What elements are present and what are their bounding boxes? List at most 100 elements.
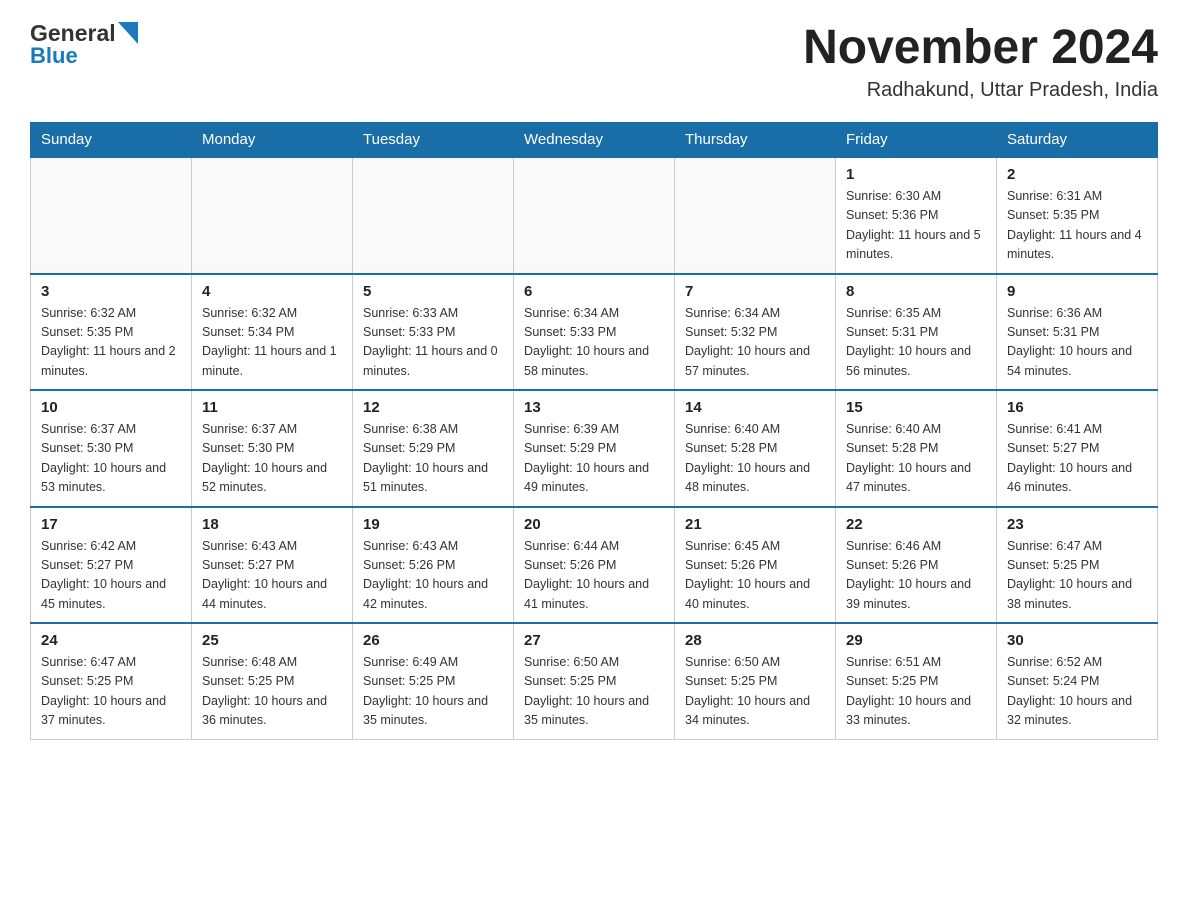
day-number: 11 bbox=[202, 399, 342, 416]
sun-info: Sunrise: 6:41 AM Sunset: 5:27 PM Dayligh… bbox=[1007, 420, 1147, 498]
sun-info: Sunrise: 6:51 AM Sunset: 5:25 PM Dayligh… bbox=[846, 653, 986, 731]
sun-info: Sunrise: 6:47 AM Sunset: 5:25 PM Dayligh… bbox=[41, 653, 181, 731]
weekday-header-friday: Friday bbox=[836, 123, 997, 158]
day-number: 7 bbox=[685, 283, 825, 300]
day-number: 6 bbox=[524, 283, 664, 300]
sun-info: Sunrise: 6:34 AM Sunset: 5:33 PM Dayligh… bbox=[524, 304, 664, 382]
month-title: November 2024 bbox=[803, 20, 1158, 75]
day-number: 26 bbox=[363, 632, 503, 649]
calendar-week-3: 10 Sunrise: 6:37 AM Sunset: 5:30 PM Dayli… bbox=[31, 390, 1158, 507]
day-number: 28 bbox=[685, 632, 825, 649]
calendar-cell: 1 Sunrise: 6:30 AM Sunset: 5:36 PM Daylig… bbox=[836, 157, 997, 274]
calendar-cell: 2 Sunrise: 6:31 AM Sunset: 5:35 PM Daylig… bbox=[997, 157, 1158, 274]
location-text: Radhakund, Uttar Pradesh, India bbox=[803, 79, 1158, 102]
day-number: 10 bbox=[41, 399, 181, 416]
day-number: 30 bbox=[1007, 632, 1147, 649]
day-number: 24 bbox=[41, 632, 181, 649]
sun-info: Sunrise: 6:46 AM Sunset: 5:26 PM Dayligh… bbox=[846, 537, 986, 615]
calendar-cell: 15Sunrise: 6:40 AM Sunset: 5:28 PM Dayli… bbox=[836, 390, 997, 507]
sun-info: Sunrise: 6:42 AM Sunset: 5:27 PM Dayligh… bbox=[41, 537, 181, 615]
sun-info: Sunrise: 6:31 AM Sunset: 5:35 PM Dayligh… bbox=[1007, 187, 1147, 265]
day-number: 21 bbox=[685, 516, 825, 533]
calendar-cell: 5 Sunrise: 6:33 AM Sunset: 5:33 PM Daylig… bbox=[353, 274, 514, 391]
calendar-cell: 9 Sunrise: 6:36 AM Sunset: 5:31 PM Daylig… bbox=[997, 274, 1158, 391]
calendar-cell: 26 Sunrise: 6:49 AM Sunset: 5:25 PM Dayli… bbox=[353, 623, 514, 739]
calendar-week-2: 3Sunrise: 6:32 AM Sunset: 5:35 PM Daylig… bbox=[31, 274, 1158, 391]
sun-info: Sunrise: 6:50 AM Sunset: 5:25 PM Dayligh… bbox=[685, 653, 825, 731]
calendar-cell: 19 Sunrise: 6:43 AM Sunset: 5:26 PM Dayli… bbox=[353, 507, 514, 624]
day-number: 4 bbox=[202, 283, 342, 300]
calendar-cell: 7 Sunrise: 6:34 AM Sunset: 5:32 PM Daylig… bbox=[675, 274, 836, 391]
day-number: 8 bbox=[846, 283, 986, 300]
day-number: 14 bbox=[685, 399, 825, 416]
day-number: 23 bbox=[1007, 516, 1147, 533]
day-number: 9 bbox=[1007, 283, 1147, 300]
calendar-cell bbox=[31, 157, 192, 274]
day-number: 3 bbox=[41, 283, 181, 300]
day-number: 17 bbox=[41, 516, 181, 533]
sun-info: Sunrise: 6:36 AM Sunset: 5:31 PM Dayligh… bbox=[1007, 304, 1147, 382]
sun-info: Sunrise: 6:34 AM Sunset: 5:32 PM Dayligh… bbox=[685, 304, 825, 382]
day-number: 29 bbox=[846, 632, 986, 649]
calendar-cell: 23 Sunrise: 6:47 AM Sunset: 5:25 PM Dayli… bbox=[997, 507, 1158, 624]
weekday-header-wednesday: Wednesday bbox=[514, 123, 675, 158]
sun-info: Sunrise: 6:33 AM Sunset: 5:33 PM Dayligh… bbox=[363, 304, 503, 382]
calendar-cell: 20 Sunrise: 6:44 AM Sunset: 5:26 PM Dayli… bbox=[514, 507, 675, 624]
calendar-cell: 21 Sunrise: 6:45 AM Sunset: 5:26 PM Dayli… bbox=[675, 507, 836, 624]
day-number: 19 bbox=[363, 516, 503, 533]
sun-info: Sunrise: 6:47 AM Sunset: 5:25 PM Dayligh… bbox=[1007, 537, 1147, 615]
calendar-week-1: 1 Sunrise: 6:30 AM Sunset: 5:36 PM Daylig… bbox=[31, 157, 1158, 274]
day-number: 25 bbox=[202, 632, 342, 649]
sun-info: Sunrise: 6:52 AM Sunset: 5:24 PM Dayligh… bbox=[1007, 653, 1147, 731]
calendar-cell: 27Sunrise: 6:50 AM Sunset: 5:25 PM Dayli… bbox=[514, 623, 675, 739]
calendar-cell: 29 Sunrise: 6:51 AM Sunset: 5:25 PM Dayli… bbox=[836, 623, 997, 739]
calendar-cell: 11 Sunrise: 6:37 AM Sunset: 5:30 PM Dayli… bbox=[192, 390, 353, 507]
day-number: 27 bbox=[524, 632, 664, 649]
calendar-cell bbox=[675, 157, 836, 274]
calendar-cell bbox=[514, 157, 675, 274]
day-number: 2 bbox=[1007, 166, 1147, 183]
logo-arrow-icon bbox=[118, 22, 138, 44]
calendar-week-4: 17 Sunrise: 6:42 AM Sunset: 5:27 PM Dayli… bbox=[31, 507, 1158, 624]
sun-info: Sunrise: 6:44 AM Sunset: 5:26 PM Dayligh… bbox=[524, 537, 664, 615]
calendar-cell: 14Sunrise: 6:40 AM Sunset: 5:28 PM Dayli… bbox=[675, 390, 836, 507]
sun-info: Sunrise: 6:43 AM Sunset: 5:26 PM Dayligh… bbox=[363, 537, 503, 615]
sun-info: Sunrise: 6:48 AM Sunset: 5:25 PM Dayligh… bbox=[202, 653, 342, 731]
weekday-header-thursday: Thursday bbox=[675, 123, 836, 158]
calendar-cell: 25 Sunrise: 6:48 AM Sunset: 5:25 PM Dayli… bbox=[192, 623, 353, 739]
sun-info: Sunrise: 6:30 AM Sunset: 5:36 PM Dayligh… bbox=[846, 187, 986, 265]
day-number: 15 bbox=[846, 399, 986, 416]
calendar-cell: 24 Sunrise: 6:47 AM Sunset: 5:25 PM Dayli… bbox=[31, 623, 192, 739]
page-header: General Blue November 2024 Radhakund, Ut… bbox=[30, 20, 1158, 102]
sun-info: Sunrise: 6:49 AM Sunset: 5:25 PM Dayligh… bbox=[363, 653, 503, 731]
sun-info: Sunrise: 6:45 AM Sunset: 5:26 PM Dayligh… bbox=[685, 537, 825, 615]
logo-blue-text: Blue bbox=[30, 43, 78, 69]
calendar-cell: 18Sunrise: 6:43 AM Sunset: 5:27 PM Dayli… bbox=[192, 507, 353, 624]
day-number: 1 bbox=[846, 166, 986, 183]
weekday-header-tuesday: Tuesday bbox=[353, 123, 514, 158]
calendar-cell: 28 Sunrise: 6:50 AM Sunset: 5:25 PM Dayli… bbox=[675, 623, 836, 739]
day-number: 20 bbox=[524, 516, 664, 533]
day-number: 22 bbox=[846, 516, 986, 533]
sun-info: Sunrise: 6:37 AM Sunset: 5:30 PM Dayligh… bbox=[202, 420, 342, 498]
calendar-cell: 22 Sunrise: 6:46 AM Sunset: 5:26 PM Dayli… bbox=[836, 507, 997, 624]
calendar-cell: 30 Sunrise: 6:52 AM Sunset: 5:24 PM Dayli… bbox=[997, 623, 1158, 739]
calendar-cell bbox=[192, 157, 353, 274]
day-number: 13 bbox=[524, 399, 664, 416]
sun-info: Sunrise: 6:39 AM Sunset: 5:29 PM Dayligh… bbox=[524, 420, 664, 498]
day-number: 18 bbox=[202, 516, 342, 533]
sun-info: Sunrise: 6:38 AM Sunset: 5:29 PM Dayligh… bbox=[363, 420, 503, 498]
calendar-cell: 12 Sunrise: 6:38 AM Sunset: 5:29 PM Dayli… bbox=[353, 390, 514, 507]
calendar-cell bbox=[353, 157, 514, 274]
day-number: 12 bbox=[363, 399, 503, 416]
calendar-cell: 3Sunrise: 6:32 AM Sunset: 5:35 PM Daylig… bbox=[31, 274, 192, 391]
calendar-cell: 16 Sunrise: 6:41 AM Sunset: 5:27 PM Dayli… bbox=[997, 390, 1158, 507]
day-number: 16 bbox=[1007, 399, 1147, 416]
day-number: 5 bbox=[363, 283, 503, 300]
calendar-header-row: SundayMondayTuesdayWednesdayThursdayFrid… bbox=[31, 123, 1158, 158]
sun-info: Sunrise: 6:37 AM Sunset: 5:30 PM Dayligh… bbox=[41, 420, 181, 498]
weekday-header-sunday: Sunday bbox=[31, 123, 192, 158]
calendar-cell: 8Sunrise: 6:35 AM Sunset: 5:31 PM Daylig… bbox=[836, 274, 997, 391]
calendar-table: SundayMondayTuesdayWednesdayThursdayFrid… bbox=[30, 122, 1158, 740]
weekday-header-saturday: Saturday bbox=[997, 123, 1158, 158]
